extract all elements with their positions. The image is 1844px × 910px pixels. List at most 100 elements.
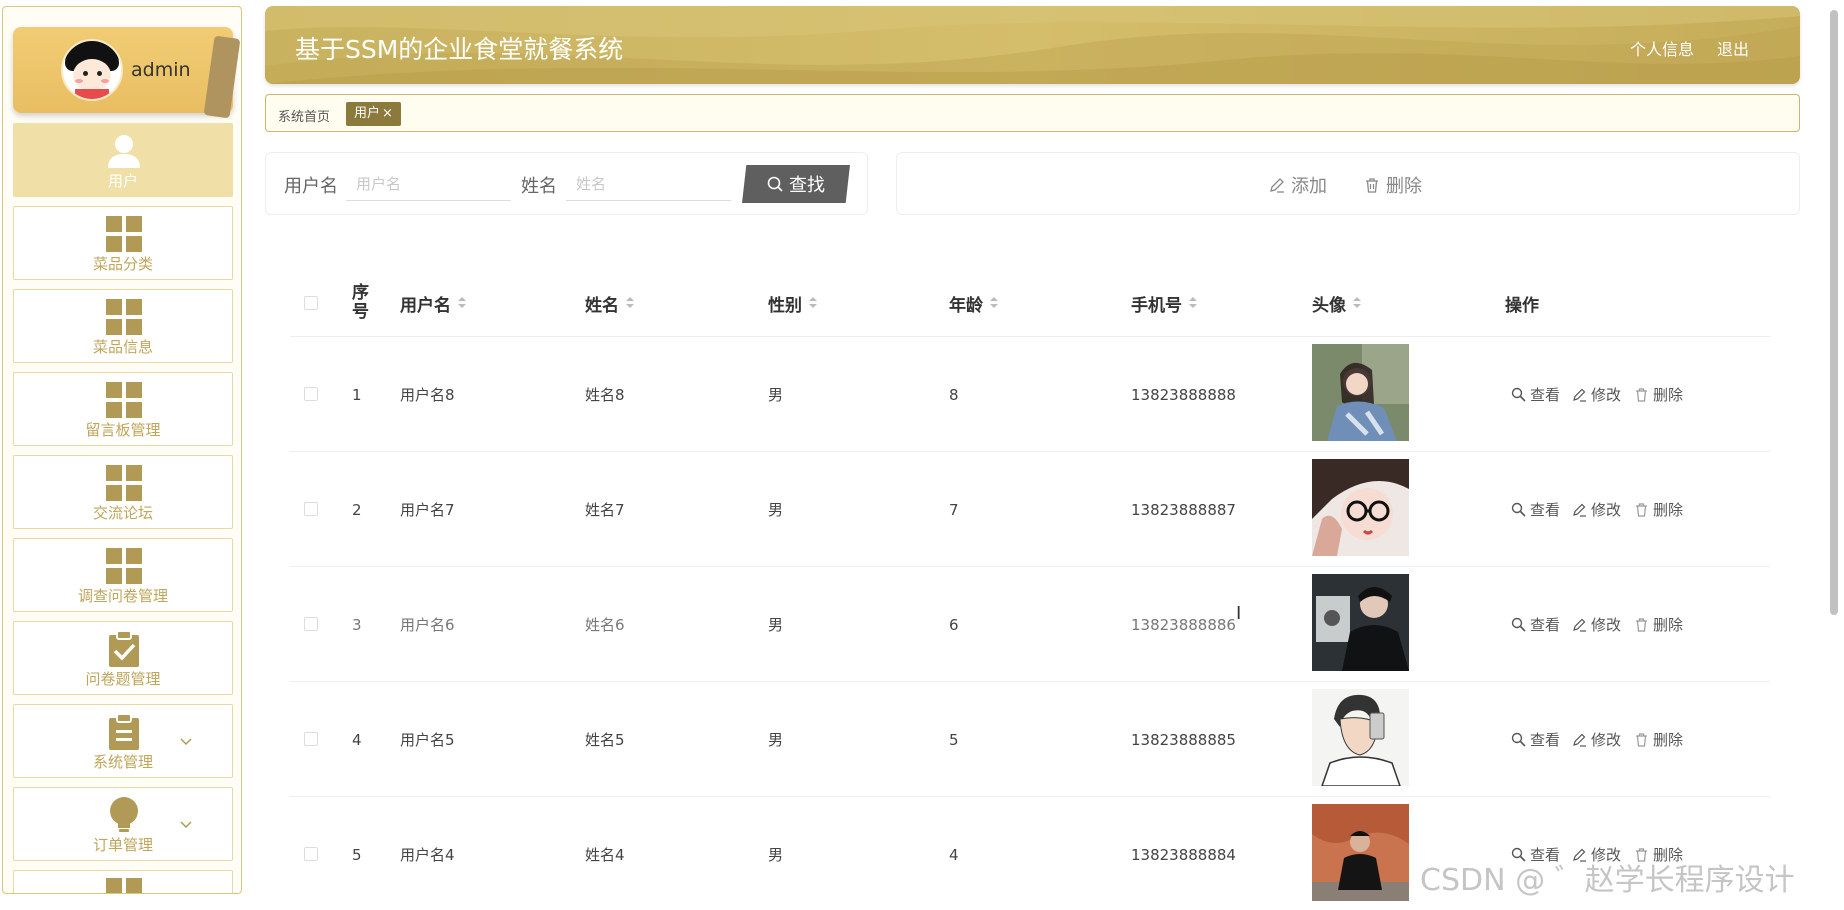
sort-icon[interactable] [625,296,635,310]
sort-icon[interactable] [808,296,818,310]
grid-icon [106,465,142,501]
table-row: 1 用户名8 姓名8 男 8 13823888888 查看 修改 删除 [290,337,1770,452]
find-button[interactable]: 查找 [742,165,850,203]
cell-age: 6 [949,615,959,634]
view-button[interactable]: 查看 [1511,452,1560,567]
column-header-phone[interactable]: 手机号 [1131,270,1198,336]
row-checkbox[interactable] [304,387,318,401]
sidebar-item-orders[interactable]: 订单管理 [13,787,233,861]
column-header-index: 序号 [352,270,376,336]
sidebar-item-label: 留言板管理 [85,421,161,439]
sidebar-item-users[interactable]: 用户 [13,123,233,197]
cell-gender: 男 [768,386,784,404]
sidebar-item-message-board[interactable]: 留言板管理 [13,372,233,446]
sidebar-item-dish-category[interactable]: 菜品分类 [13,206,233,280]
cell-username: 用户名7 [400,501,455,519]
row-delete-button[interactable]: 删除 [1634,567,1683,682]
bulb-icon [110,797,138,832]
username-label: 用户名 [284,176,338,197]
clipboard-icon [109,713,139,750]
cell-index: 5 [352,845,362,864]
find-button-label: 查找 [789,175,825,196]
edit-label: 修改 [1591,386,1622,404]
sidebar-item-label: 调查问卷管理 [77,587,168,605]
column-header-avatar[interactable]: 头像 [1312,270,1362,336]
trash-icon [1636,733,1647,747]
row-delete-button[interactable]: 删除 [1634,452,1683,567]
column-header-username[interactable]: 用户名 [400,270,467,336]
vertical-scrollbar[interactable] [1830,10,1838,615]
delete-button-label: 删除 [1386,176,1422,197]
row-checkbox[interactable] [304,502,318,516]
sort-icon[interactable] [457,296,467,310]
column-header-label: 手机号 [1131,295,1182,316]
view-label: 查看 [1530,731,1561,749]
column-header-label: 头像 [1312,295,1346,316]
row-delete-button[interactable]: 删除 [1634,682,1683,797]
column-header-actions: 操作 [1505,270,1539,336]
avatar [61,39,123,101]
avatar-photo[interactable] [1312,344,1409,441]
sort-icon[interactable] [989,296,999,310]
sidebar-item-dish-info[interactable]: 菜品信息 [13,289,233,363]
tag-users[interactable]: 用户 × [346,102,401,126]
chevron-down-icon [180,738,192,746]
column-header-name[interactable]: 姓名 [585,270,635,336]
edit-button[interactable]: 修改 [1572,337,1621,452]
profile-link[interactable]: 个人信息 [1630,36,1694,60]
edit-button[interactable]: 修改 [1572,452,1621,567]
column-header-gender[interactable]: 性别 [768,270,818,336]
cell-phone: 13823888887 [1131,500,1236,519]
edit-button[interactable]: 修改 [1572,567,1621,682]
row-checkbox[interactable] [304,732,318,746]
avatar-photo[interactable] [1312,689,1409,786]
sidebar-item-questions[interactable]: 问卷题管理 [13,621,233,695]
name-input[interactable] [566,167,731,201]
cell-gender: 男 [768,731,784,749]
sidebar-item-label: 菜品信息 [92,338,153,356]
edit-button[interactable]: 修改 [1572,682,1621,797]
sidebar-item-forum[interactable]: 交流论坛 [13,455,233,529]
column-header-label: 性别 [768,295,802,316]
cell-phone: 13823888888 [1131,385,1236,404]
view-button[interactable]: 查看 [1511,567,1560,682]
cell-gender: 男 [768,616,784,634]
sort-icon[interactable] [1188,296,1198,310]
sort-icon[interactable] [1352,296,1362,310]
row-delete-button[interactable]: 删除 [1634,337,1683,452]
row-checkbox[interactable] [304,847,318,861]
sidebar-item-label: 菜品分类 [92,255,153,273]
close-icon[interactable]: × [382,106,393,121]
view-label: 查看 [1530,386,1561,404]
view-button[interactable]: 查看 [1511,337,1560,452]
sidebar-item-system[interactable]: 系统管理 [13,704,233,778]
tag-home[interactable]: 系统首页 [278,106,330,125]
person-icon [108,135,140,168]
username-input[interactable] [346,167,511,201]
table-row: 4 用户名5 姓名5 男 5 13823888885 查看 修改 删除 [290,682,1770,797]
cell-username: 用户名6 [400,616,455,634]
magnifier-icon [1511,502,1526,517]
select-all-checkbox[interactable] [304,296,318,310]
magnifier-icon [1511,387,1526,402]
delete-button[interactable]: 删除 [1364,172,1422,198]
cell-name: 姓名6 [585,616,625,634]
column-header-label: 操作 [1505,295,1539,316]
view-label: 查看 [1530,501,1561,519]
trash-icon [1636,503,1647,517]
avatar-photo[interactable] [1312,459,1409,556]
column-header-age[interactable]: 年龄 [949,270,999,336]
trash-icon [1636,618,1647,632]
magnifier-icon [1511,732,1526,747]
logout-link[interactable]: 退出 [1717,36,1749,60]
cell-index: 1 [352,385,362,404]
add-button[interactable]: 添加 [1269,172,1327,198]
sidebar-item-survey[interactable]: 调查问卷管理 [13,538,233,612]
user-card: admin [13,27,241,119]
magnifier-icon [1511,617,1526,632]
sidebar-item-more[interactable] [13,870,233,893]
view-button[interactable]: 查看 [1511,682,1560,797]
avatar-photo[interactable] [1312,804,1409,901]
avatar-photo[interactable] [1312,574,1409,671]
row-checkbox[interactable] [304,617,318,631]
